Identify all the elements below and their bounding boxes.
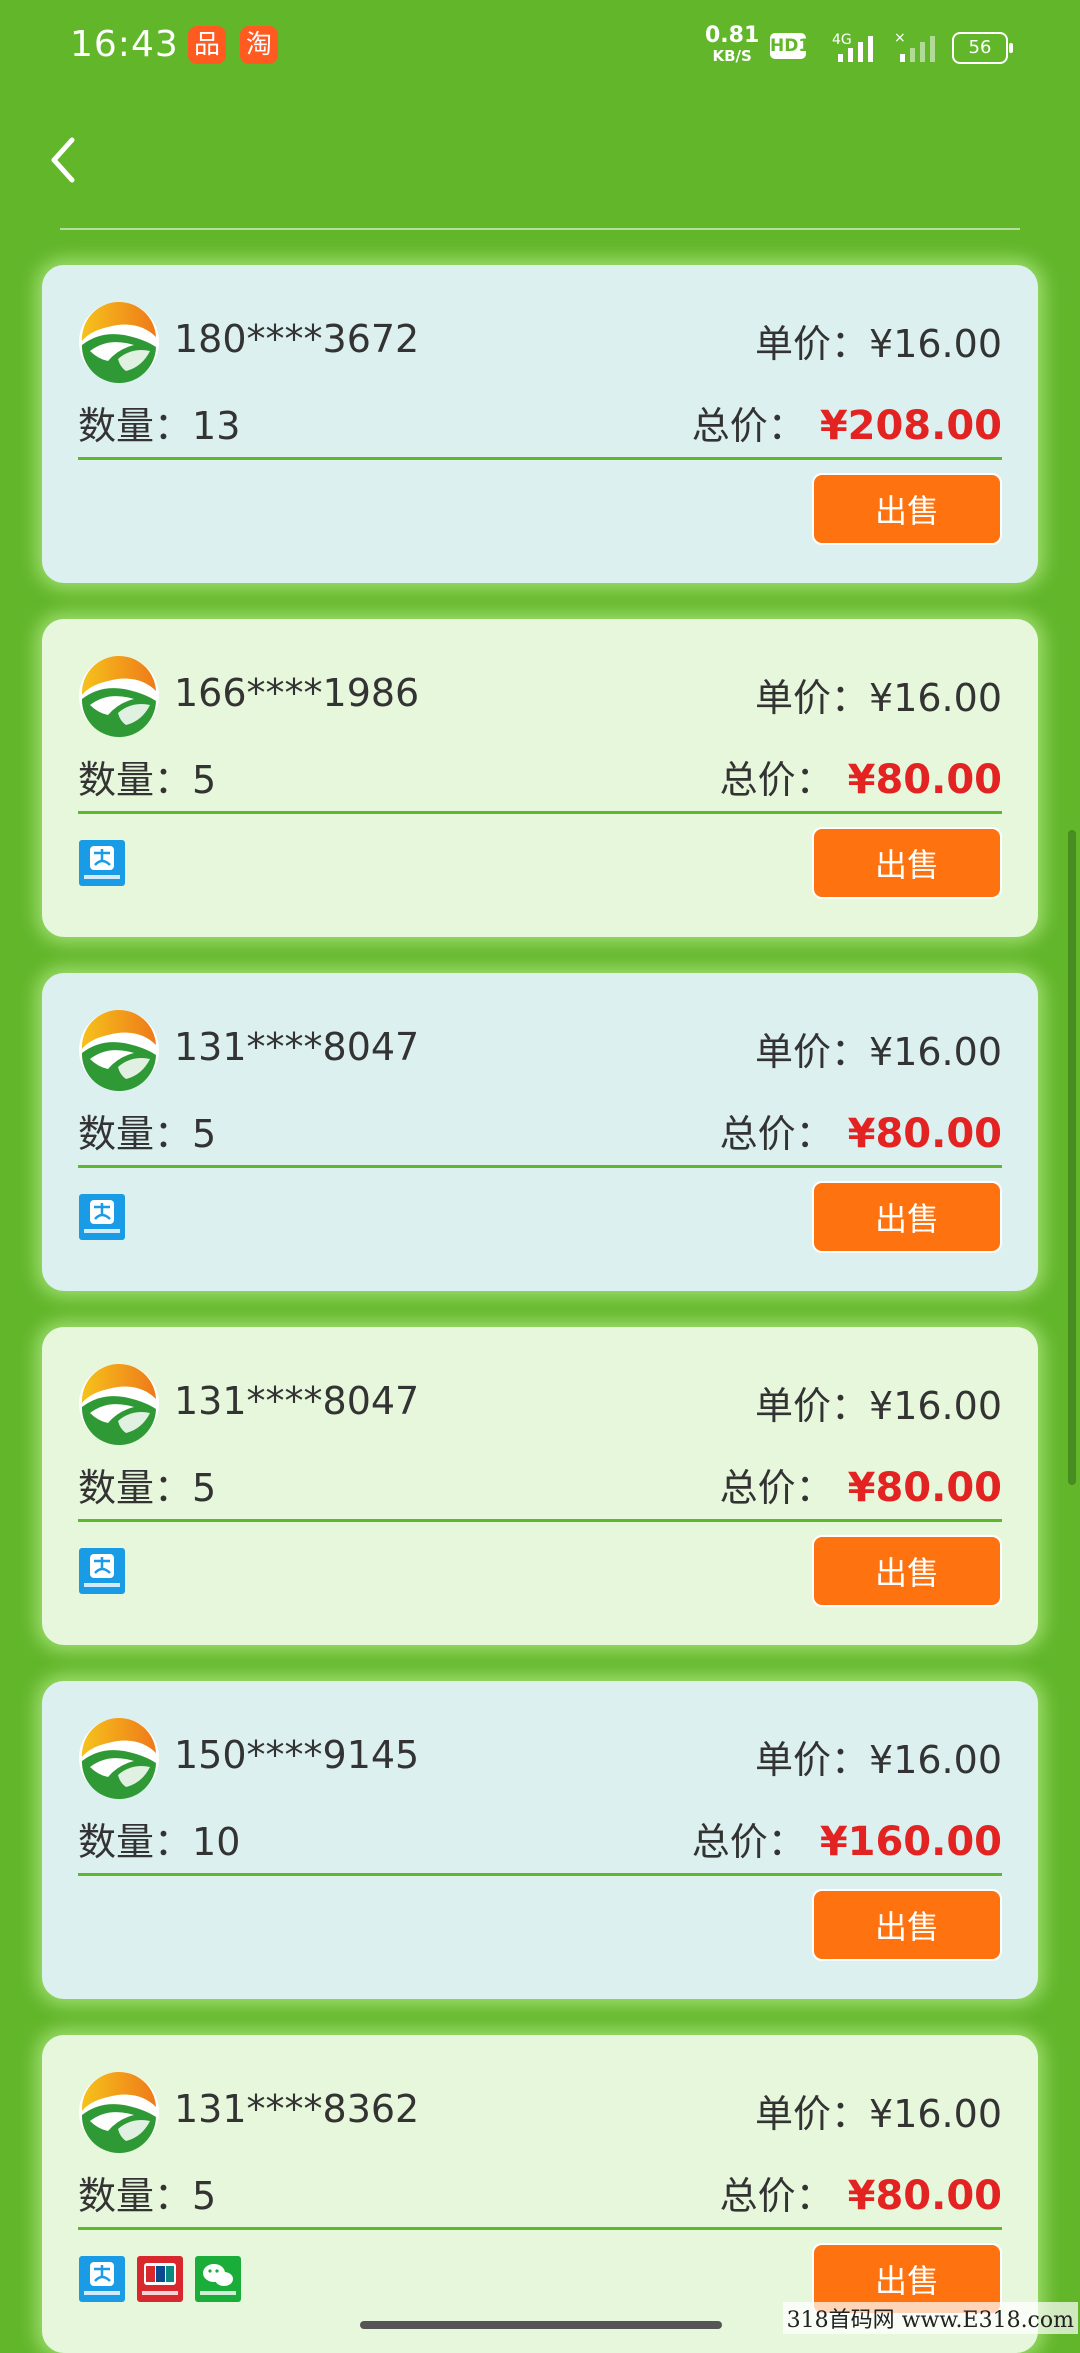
- payment-methods: [78, 1547, 136, 1597]
- sell-button[interactable]: 出售: [812, 1535, 1002, 1607]
- seller-phone: 131****8362: [174, 2087, 420, 2131]
- sell-button[interactable]: 出售: [812, 1181, 1002, 1253]
- alipay-icon: [79, 840, 125, 886]
- alipay-icon: [79, 1194, 125, 1240]
- sell-button[interactable]: 出售: [812, 1889, 1002, 1961]
- hd-voice-icon: HD1: [770, 33, 810, 59]
- alipay-icon: [79, 1548, 125, 1594]
- payment-methods: [78, 1193, 136, 1243]
- card-divider: [78, 2227, 1002, 2230]
- total-amount: ¥160.00: [819, 1819, 1002, 1865]
- wechat-pay-icon: [195, 2256, 241, 2302]
- vendor-logo-icon: [79, 1009, 159, 1091]
- vendor-logo-icon: [79, 655, 159, 737]
- total-price: 总价： ¥80.00: [719, 1111, 1002, 1157]
- card-divider: [78, 811, 1002, 814]
- seller-phone: 131****8047: [174, 1025, 420, 1069]
- total-amount: ¥80.00: [847, 1465, 1002, 1511]
- quantity: 数量：5: [78, 1112, 217, 1156]
- total-price: 总价： ¥80.00: [719, 757, 1002, 803]
- svg-text:×: ×: [894, 30, 906, 46]
- unit-price: 单价：¥16.00: [755, 322, 1002, 366]
- network-speed: 0.81 KB/S: [705, 23, 760, 66]
- svg-text:4G: 4G: [832, 32, 852, 48]
- home-indicator[interactable]: [360, 2321, 722, 2329]
- quantity: 数量：10: [78, 1820, 241, 1864]
- order-card: 150****9145 单价：¥16.00 数量：10 总价： ¥160.00 出…: [42, 1681, 1038, 1999]
- total-price: 总价： ¥80.00: [719, 1465, 1002, 1511]
- sell-button[interactable]: 出售: [812, 473, 1002, 545]
- quantity: 数量：5: [78, 2174, 217, 2218]
- card-divider: [78, 1873, 1002, 1876]
- order-card: 180****3672 单价：¥16.00 数量：13 总价： ¥208.00 出…: [42, 265, 1038, 583]
- vendor-logo-icon: [79, 301, 159, 383]
- order-card: 166****1986 单价：¥16.00 数量：5 总价： ¥80.00 出售: [42, 619, 1038, 937]
- order-card: 131****8047 单价：¥16.00 数量：5 总价： ¥80.00 出售: [42, 973, 1038, 1291]
- scrollbar[interactable]: [1068, 830, 1076, 1485]
- unit-price: 单价：¥16.00: [755, 676, 1002, 720]
- card-divider: [78, 1165, 1002, 1168]
- total-amount: ¥80.00: [847, 757, 1002, 803]
- alipay-icon: [79, 2256, 125, 2302]
- status-bar: 16:43 品 淘 0.81 KB/S HD1 4G × 56: [0, 0, 1080, 100]
- seller-phone: 150****9145: [174, 1733, 420, 1777]
- vendor-logo-icon: [79, 2071, 159, 2153]
- card-divider: [78, 457, 1002, 460]
- unionpay-icon: [137, 2256, 183, 2302]
- payment-methods: [78, 839, 136, 889]
- seller-phone: 166****1986: [174, 671, 420, 715]
- total-price: 总价： ¥208.00: [691, 403, 1002, 449]
- taobao-app-icon: 淘: [240, 26, 278, 64]
- unit-price: 单价：¥16.00: [755, 2092, 1002, 2136]
- card-divider: [78, 1519, 1002, 1522]
- total-price: 总价： ¥160.00: [691, 1819, 1002, 1865]
- quantity: 数量：13: [78, 404, 241, 448]
- seller-phone: 131****8047: [174, 1379, 420, 1423]
- pinduoduo-app-icon: 品: [188, 26, 226, 64]
- quantity: 数量：5: [78, 758, 217, 802]
- signal-4g-icon: 4G: [832, 32, 873, 62]
- unit-price: 单价：¥16.00: [755, 1738, 1002, 1782]
- back-arrow-icon[interactable]: [44, 132, 84, 188]
- header-divider: [60, 228, 1020, 230]
- unit-price: 单价：¥16.00: [755, 1030, 1002, 1074]
- total-amount: ¥208.00: [819, 403, 1002, 449]
- order-card: 131****8047 单价：¥16.00 数量：5 总价： ¥80.00 出售: [42, 1327, 1038, 1645]
- vendor-logo-icon: [79, 1363, 159, 1445]
- quantity: 数量：5: [78, 1466, 217, 1510]
- total-price: 总价： ¥80.00: [719, 2173, 1002, 2219]
- status-time: 16:43: [70, 24, 179, 65]
- signal-no-service-icon: ×: [894, 30, 935, 62]
- unit-price: 单价：¥16.00: [755, 1384, 1002, 1428]
- sell-button[interactable]: 出售: [812, 827, 1002, 899]
- seller-phone: 180****3672: [174, 317, 420, 361]
- total-amount: ¥80.00: [847, 1111, 1002, 1157]
- total-amount: ¥80.00: [847, 2173, 1002, 2219]
- payment-methods: [78, 2255, 252, 2305]
- watermark: 318首码网 www.E318.com: [782, 2302, 1078, 2334]
- battery-icon: 56: [952, 32, 1013, 64]
- vendor-logo-icon: [79, 1717, 159, 1799]
